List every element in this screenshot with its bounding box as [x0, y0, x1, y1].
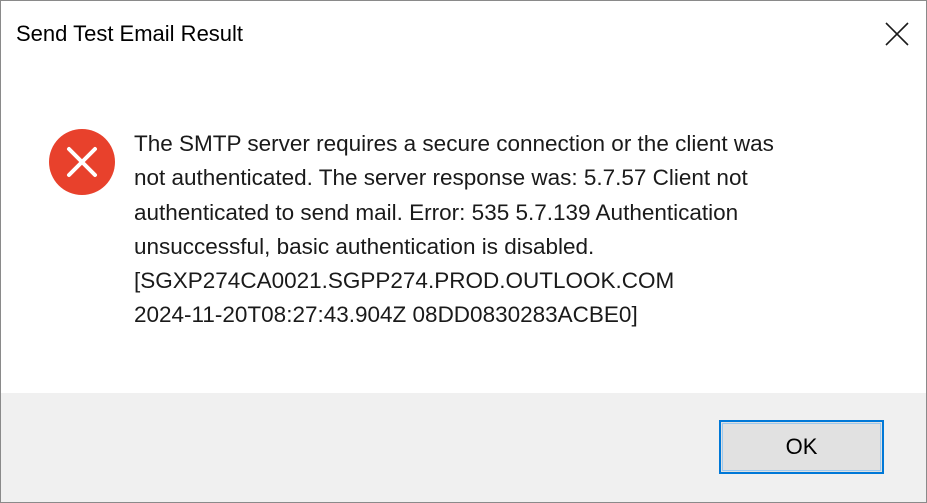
ok-button-label: OK — [785, 434, 818, 459]
dialog-content: The SMTP server requires a secure connec… — [1, 73, 926, 393]
close-button[interactable] — [868, 1, 926, 67]
close-icon — [885, 22, 909, 46]
message-dialog: Send Test Email Result The SMTP server r… — [0, 0, 927, 503]
dialog-footer: OK — [1, 393, 926, 502]
dialog-title: Send Test Email Result — [16, 21, 244, 46]
error-icon — [48, 128, 116, 196]
ok-button[interactable]: OK — [719, 420, 884, 474]
error-message: The SMTP server requires a secure connec… — [134, 131, 774, 328]
title-bar: Send Test Email Result — [1, 1, 926, 73]
